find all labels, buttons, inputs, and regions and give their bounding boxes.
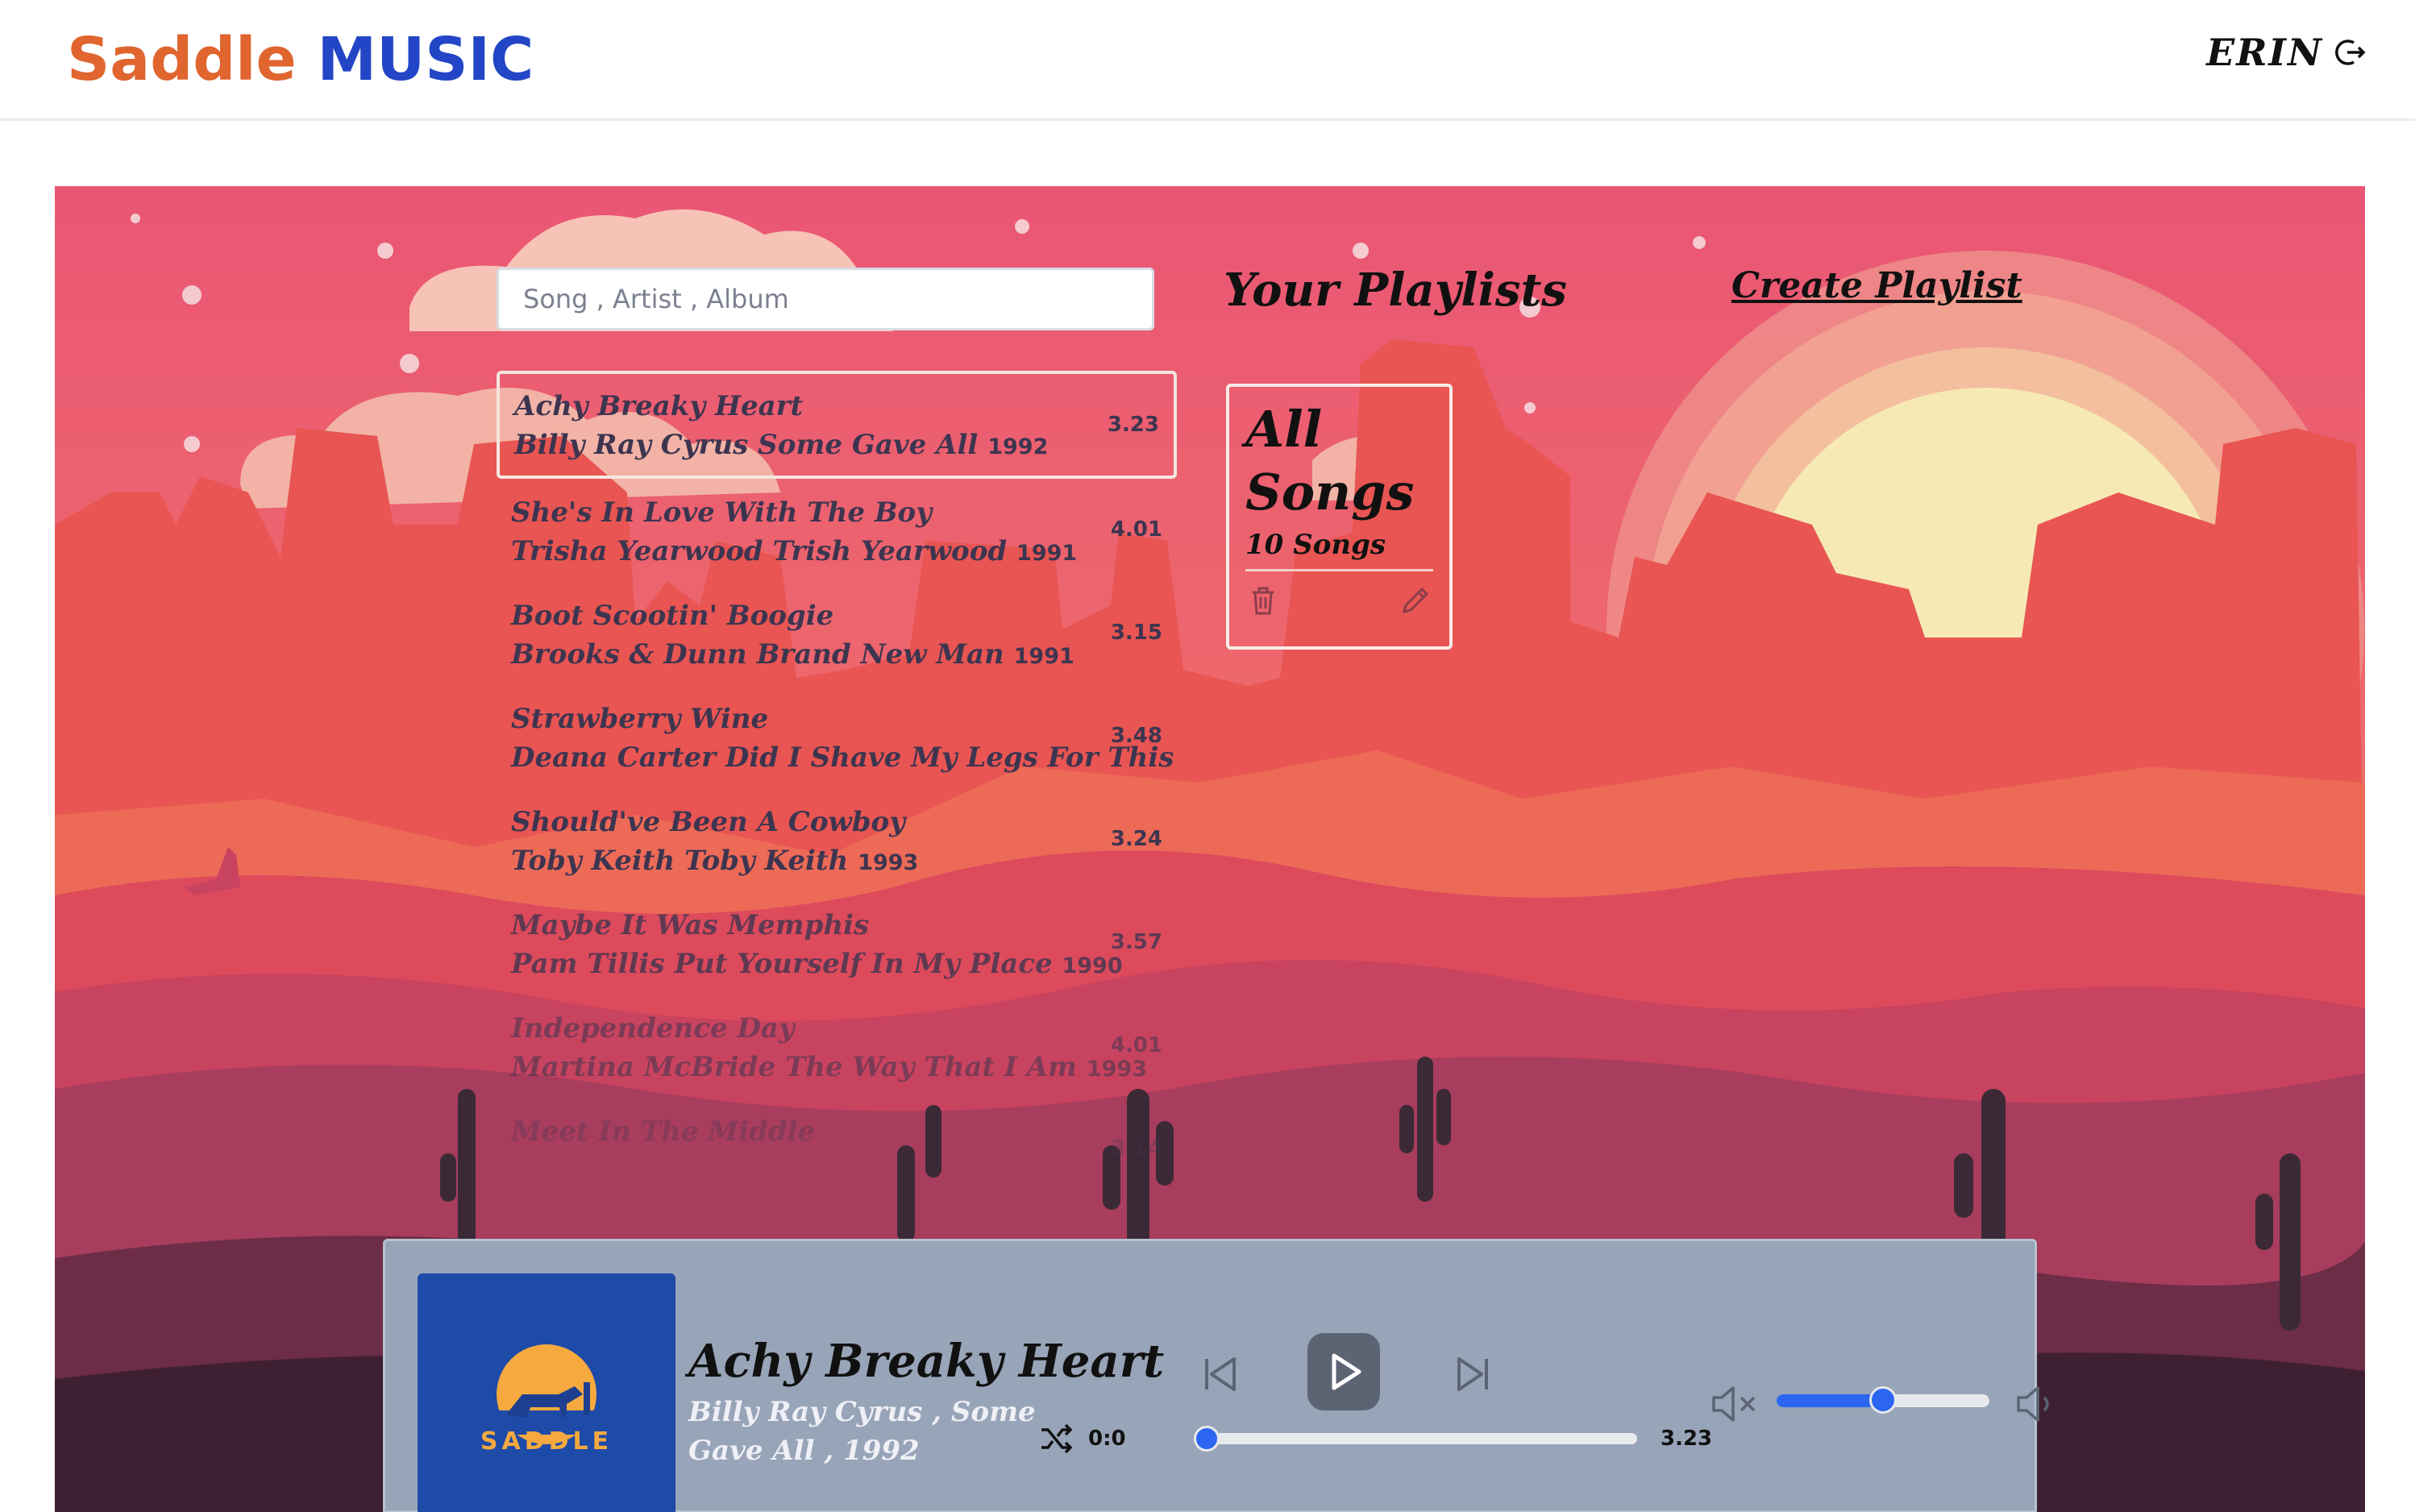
song-artist: Brooks & Dunn [511, 638, 747, 671]
song-meta: Trisha Yearwood Trish Yearwood 1991 [511, 532, 1161, 573]
volume-up-icon[interactable] [2014, 1383, 2059, 1425]
playlists-heading: Your Playlists [1224, 264, 1567, 317]
song-year: 1992 [987, 434, 1049, 459]
now-playing-title: Achy Breaky Heart [688, 1335, 1165, 1388]
song-title: Strawberry Wine [511, 703, 769, 735]
song-title: Independence Day [511, 1012, 795, 1045]
song-album: Brand New Man [756, 638, 1004, 671]
song-title: Boot Scootin' Boogie [511, 600, 834, 632]
song-duration: 3.23 [1107, 413, 1159, 437]
top-nav-bar: Saddle MUSIC ERIN [0, 0, 2415, 121]
song-album: Did I Shave My Legs For This? [725, 741, 1177, 774]
song-meta: Pam Tillis Put Yourself In My Place 1990 [511, 945, 1161, 986]
now-playing-bar: SADDLE Achy Breaky Heart Billy Ray Cyrus… [383, 1239, 2049, 1512]
song-duration: 3.14 [1110, 1136, 1162, 1161]
playlist-actions [1245, 583, 1433, 621]
progress-slider[interactable] [1194, 1426, 1637, 1452]
progress-knob[interactable] [1194, 1426, 1220, 1452]
user-menu[interactable]: ERIN [2206, 31, 2367, 74]
song-year: 1991 [1016, 541, 1078, 566]
saddle-cover-art: SADDLE [480, 1344, 613, 1456]
song-row[interactable]: Boot Scootin' Boogie Brooks & Dunn Brand… [497, 582, 1177, 685]
volume-fill [1777, 1394, 1883, 1407]
song-artist: Martina McBride [511, 1051, 776, 1083]
shuffle-icon[interactable] [1038, 1422, 1075, 1456]
song-title: Should've Been A Cowboy [511, 806, 905, 838]
song-meta: Martina McBride The Way That I Am 1993 [511, 1048, 1161, 1089]
song-artist: Pam Tillis [511, 948, 665, 980]
song-meta: Toby Keith Toby Keith 1993 [511, 841, 1161, 883]
song-title: Meet In The Middle [511, 1115, 816, 1148]
song-year: 1991 [1013, 644, 1074, 669]
next-track-icon[interactable] [1448, 1349, 1498, 1399]
song-year: 1990 [1062, 953, 1123, 978]
song-duration: 4.01 [1110, 517, 1162, 542]
pencil-icon[interactable] [1398, 583, 1433, 621]
song-year: 1993 [858, 850, 919, 875]
previous-track-icon[interactable] [1195, 1349, 1245, 1399]
song-list: Achy Breaky Heart Billy Ray Cyrus Some G… [497, 371, 1177, 1177]
search-input[interactable] [497, 268, 1154, 330]
song-album: The Way That I Am [784, 1051, 1077, 1083]
now-playing-subtitle: Billy Ray Cyrus , Some Gave All , 1992 [688, 1396, 1036, 1467]
volume-knob[interactable] [1869, 1386, 1897, 1414]
brand-word-saddle: Saddle [67, 25, 297, 94]
song-meta: Billy Ray Cyrus Some Gave All 1992 [514, 426, 1158, 467]
song-duration: 3.48 [1110, 724, 1162, 748]
song-title: Achy Breaky Heart [514, 390, 804, 422]
brand-logo[interactable]: Saddle MUSIC [67, 19, 534, 100]
volume-slider[interactable] [1777, 1386, 1989, 1414]
song-row[interactable]: Should've Been A Cowboy Toby Keith Toby … [497, 788, 1177, 891]
song-artist: Billy Ray Cyrus [514, 429, 749, 461]
playlist-name: All Songs [1245, 400, 1415, 521]
song-duration: 3.57 [1110, 930, 1162, 954]
song-row[interactable]: Meet In The Middle 3.14 [497, 1098, 1177, 1177]
song-row[interactable]: Independence Day Martina McBride The Way… [497, 995, 1177, 1098]
trash-icon[interactable] [1245, 583, 1281, 621]
desert-scene: Achy Breaky Heart Billy Ray Cyrus Some G… [55, 186, 2365, 1512]
song-artist: Deana Carter [511, 741, 716, 774]
song-album: Some Gave All [758, 429, 979, 461]
time-total: 3.23 [1661, 1427, 1713, 1451]
song-row[interactable]: Achy Breaky Heart Billy Ray Cyrus Some G… [497, 371, 1177, 479]
cover-text: SADDLE [480, 1427, 613, 1456]
song-album: Trish Yearwood [772, 535, 1008, 567]
song-duration: 4.01 [1110, 1033, 1162, 1057]
song-album: Put Yourself In My Place [674, 948, 1053, 980]
song-duration: 3.15 [1110, 621, 1162, 645]
playlist-song-count: 10 Songs [1245, 529, 1433, 571]
logout-icon[interactable] [2334, 36, 2367, 69]
create-playlist-link[interactable]: Create Playlist [1731, 265, 2022, 306]
song-year: 1993 [1086, 1057, 1147, 1082]
brand-word-music: MUSIC [317, 25, 534, 94]
time-current: 0:0 [1088, 1427, 1126, 1451]
song-album: Toby Keith [684, 845, 849, 877]
song-artist: Trisha Yearwood [511, 535, 763, 567]
song-title: She's In Love With The Boy [511, 496, 932, 529]
play-button[interactable] [1307, 1333, 1380, 1410]
playlist-card[interactable]: All Songs 10 Songs [1226, 384, 1453, 650]
song-meta: Brooks & Dunn Brand New Man 1991 [511, 635, 1161, 676]
song-artist: Toby Keith [511, 845, 675, 877]
song-row[interactable]: She's In Love With The Boy Trisha Yearwo… [497, 479, 1177, 582]
user-name: ERIN [2206, 31, 2323, 74]
song-meta: Deana Carter Did I Shave My Legs For Thi… [511, 738, 1177, 779]
song-row[interactable]: Maybe It Was Memphis Pam Tillis Put Your… [497, 891, 1177, 995]
song-row[interactable]: Strawberry Wine Deana Carter Did I Shave… [497, 685, 1177, 788]
song-title: Maybe It Was Memphis [511, 909, 870, 941]
mute-icon[interactable] [1709, 1383, 1760, 1425]
album-cover: SADDLE [418, 1273, 675, 1512]
song-duration: 3.24 [1110, 827, 1162, 851]
